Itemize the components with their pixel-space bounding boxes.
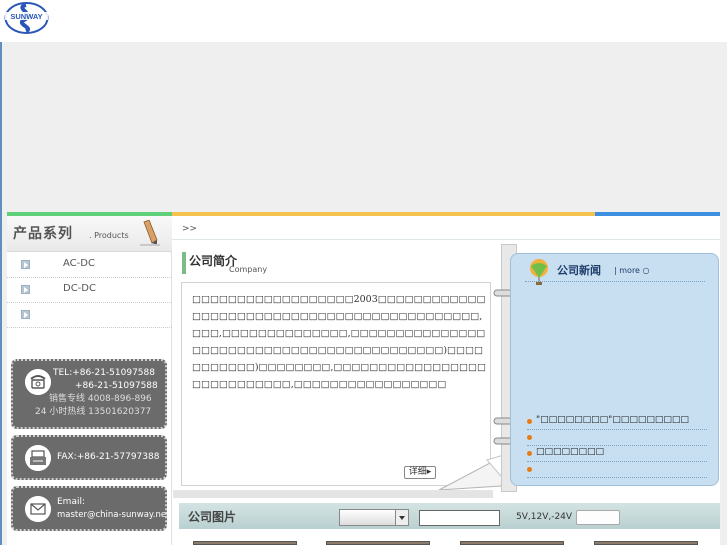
search-input[interactable] [419,510,500,526]
photo-bar: 公司图片 5V,12V,-24V [179,503,720,529]
bullet-dot-icon [527,467,532,472]
horizontal-scrollbar[interactable] [173,490,493,498]
phone-card: TEL:+86-21-51097588 +86-21-51097588 销售专线… [11,359,167,429]
sidebar-item-other[interactable] [7,303,172,328]
breadcrumb[interactable]: >> [182,224,197,234]
sidebar-subtitle: . Products [89,231,129,240]
sidebar-item-label: AC-DC [63,258,95,269]
photo-title: 公司图片 [188,510,237,524]
section-marker [182,252,186,274]
email-label: Email: [57,497,86,507]
bullet-dot-icon [527,435,532,440]
fax-card: FAX:+86-21-57797388 [11,435,167,480]
sidebar-item-label: DC-DC [63,283,96,294]
category-select[interactable] [339,509,409,526]
paper-curl-decoration [438,453,508,491]
email-card: Email: master@china-sunway.net [11,486,169,531]
about-text: □□□□□□□□□□□□□□□□□□2003□□□□□□□□□□□□□□□□□□… [192,294,486,390]
fax-icon [25,445,51,471]
news-item[interactable] [527,462,707,478]
sidebar-header: 产品系列 . Products [7,216,172,252]
detail-label: 详细 [408,467,427,477]
photo-thumbnail[interactable] [326,541,430,545]
news-item-text: □□□□□□□□ [536,447,605,457]
center-divider [172,239,720,240]
page-body: 产品系列 . Products AC-DC DC-DC TEL:+86-21-5… [7,212,720,545]
envelope-icon [25,496,51,522]
photo-thumbnail[interactable] [594,541,698,545]
about-subtitle: Company [229,265,268,274]
news-more-link[interactable]: | more ○ [614,266,650,275]
bullet-dot-icon [527,419,532,424]
stripe-yellow [172,212,595,216]
news-title: 公司新闻 [557,264,601,277]
sidebar: 产品系列 . Products AC-DC DC-DC TEL:+86-21-5… [7,216,172,545]
logo-text: SUNWAY [10,12,42,21]
pencil-icon [140,220,160,246]
left-rail [0,42,2,545]
photo-thumbnail[interactable] [460,541,564,545]
tel-secondary: +86-21-51097588 [75,381,158,391]
news-panel: 公司新闻 | more ○ "□□□□□□□□"□□□□□□□□□ □□□□□□… [510,253,719,486]
fax-number: FAX:+86-21-57797388 [57,452,160,462]
more-label: more [619,266,640,275]
spec-label: 5V,12V,-24V [516,512,573,522]
bullet-dot-icon [527,451,532,456]
arrow-right-icon [21,310,30,319]
hotline: 24 小时热线 13501620377 [35,407,152,417]
chevron-down-icon[interactable] [395,510,408,525]
arrow-right-icon [21,260,30,269]
news-item[interactable] [527,430,707,446]
sidebar-title: 产品系列 [13,226,73,242]
tel-primary: TEL:+86-21-51097588 [53,368,155,378]
sales-line: 销售专线 4008-896-896 [49,394,152,404]
sunway-logo[interactable]: SUNWAY [4,2,49,34]
header-band: SUNWAY [0,0,727,42]
arrow-right-icon [21,285,30,294]
search-button[interactable] [576,510,620,525]
sidebar-item-dc-dc[interactable]: DC-DC [7,278,172,303]
stripe-blue [595,212,720,216]
phone-icon [25,369,51,395]
email-address[interactable]: master@china-sunway.net [57,509,169,522]
news-item-text: "□□□□□□□□"□□□□□□□□□ [536,415,689,425]
sidebar-item-ac-dc[interactable]: AC-DC [7,253,172,278]
news-item[interactable]: □□□□□□□□ [527,446,707,462]
photo-thumbnail[interactable] [193,541,297,545]
news-item[interactable]: "□□□□□□□□"□□□□□□□□□ [527,414,707,430]
divider [525,281,705,282]
